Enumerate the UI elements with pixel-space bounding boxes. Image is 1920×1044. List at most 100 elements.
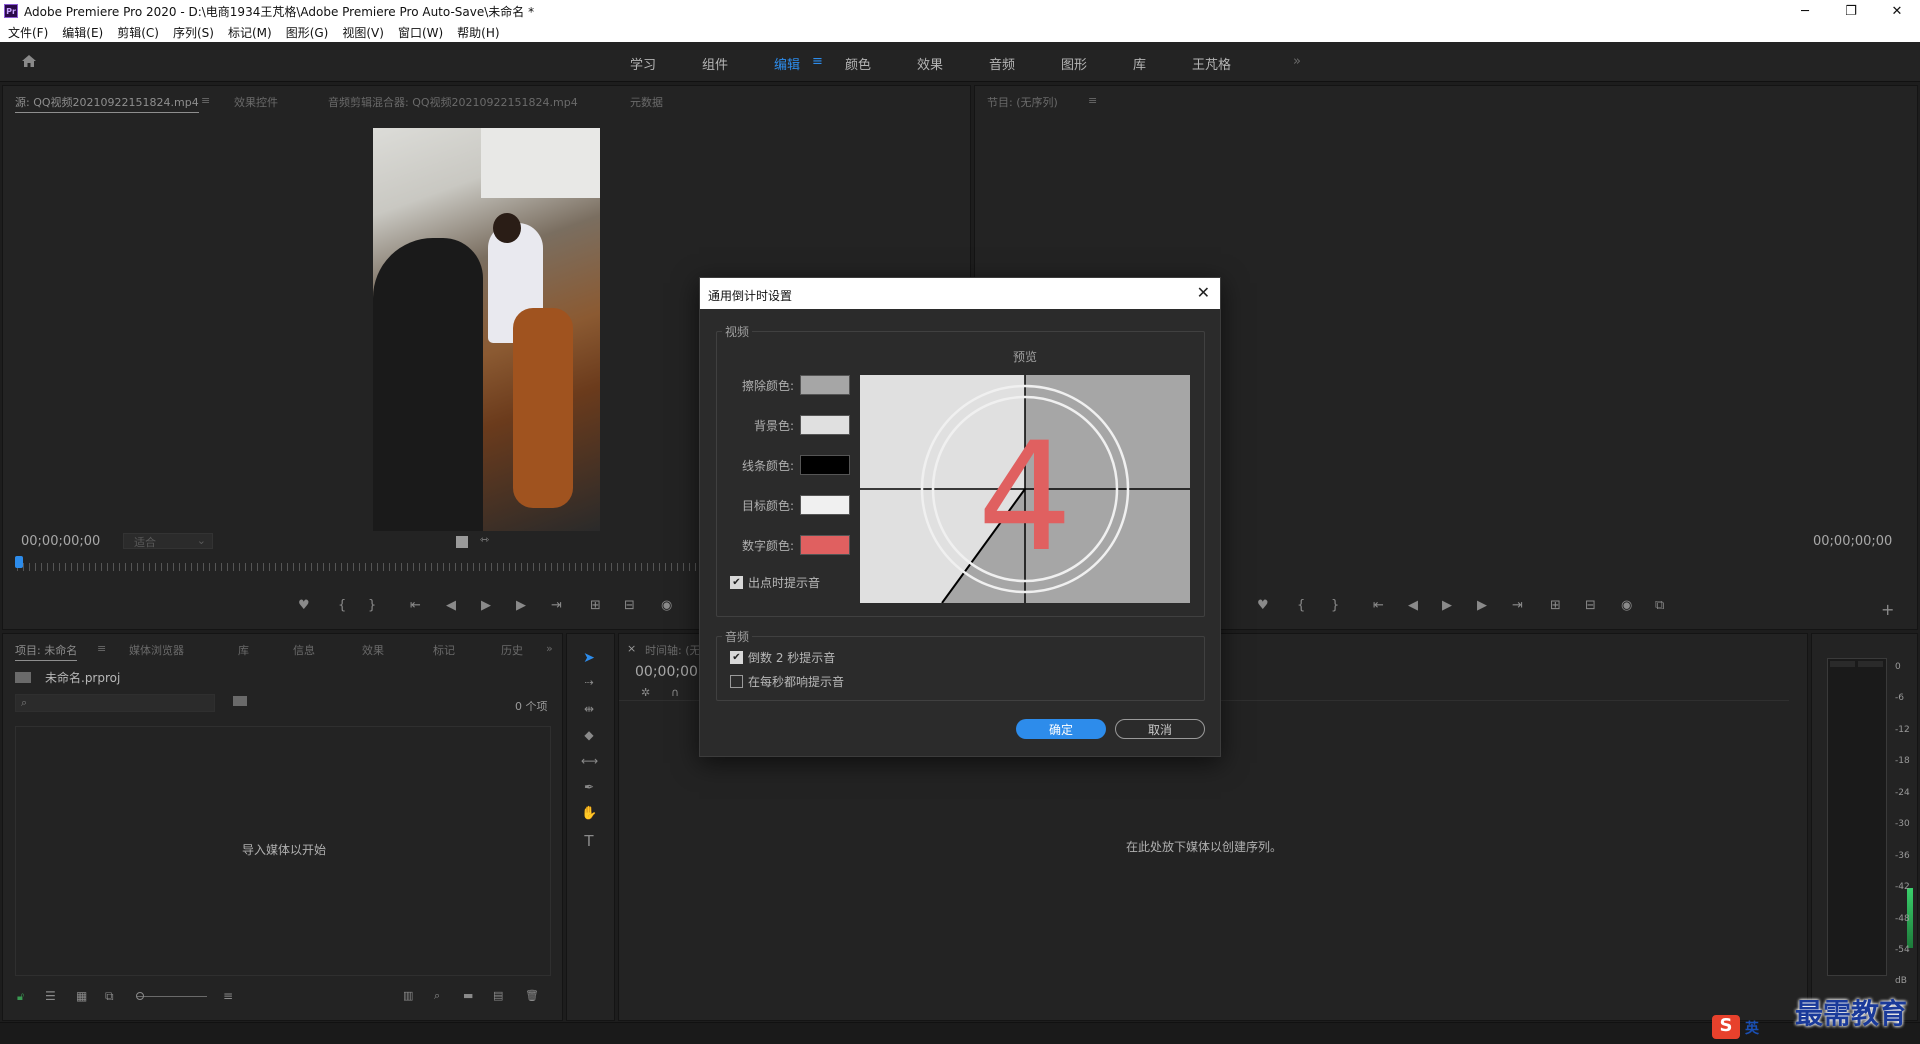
go-to-in-icon[interactable]: ⇤ (410, 598, 421, 613)
lift-icon[interactable]: ⊞ (1550, 598, 1561, 613)
menu-file[interactable]: 文件(F) (8, 24, 48, 41)
source-timecode[interactable]: 00;00;00;00 (21, 534, 100, 549)
add-marker-icon[interactable]: ♥ (298, 598, 310, 613)
tab-info[interactable]: 信息 (293, 642, 315, 658)
overwrite-icon[interactable]: ⊟ (624, 598, 635, 613)
extract-icon[interactable]: ⊟ (1585, 598, 1596, 613)
tab-history[interactable]: 历史 (501, 642, 523, 658)
insert-icon[interactable]: ⊞ (590, 598, 601, 613)
ime-language[interactable]: 英 (1745, 1018, 1759, 1038)
program-step-back-icon[interactable]: ◀ (1408, 598, 1418, 613)
project-drop-area[interactable]: 导入媒体以开始 (15, 726, 551, 976)
dialog-close-icon[interactable]: ✕ (1197, 283, 1210, 302)
tab-markers[interactable]: 标记 (433, 642, 455, 658)
new-bin-icon[interactable]: ▬ (463, 989, 473, 1002)
timeline-timecode[interactable]: 00;00;00 (635, 664, 698, 680)
pen-tool-icon[interactable]: ✒ (581, 780, 597, 796)
ripple-edit-tool-icon[interactable]: ⇹ (581, 702, 597, 718)
freeform-view-icon[interactable]: ⧉ (105, 989, 114, 1004)
selection-tool-icon[interactable]: ➤ (581, 650, 597, 666)
menu-edit[interactable]: 编辑(E) (62, 24, 103, 41)
button-editor-icon[interactable]: + (1881, 600, 1894, 619)
workspace-tab-editing[interactable]: 编辑 (774, 54, 800, 73)
comparison-view-icon[interactable]: ⧉ (1655, 598, 1664, 613)
program-step-forward-icon[interactable]: ▶ (1477, 598, 1487, 613)
workspace-tab-libraries[interactable]: 库 (1133, 54, 1146, 73)
cue-2-sec-checkbox[interactable]: ✔ 倒数 2 秒提示音 (730, 649, 835, 666)
tab-source[interactable]: 源: QQ视频20210922151824.mp4 (15, 94, 199, 113)
numeral-color-swatch[interactable] (800, 535, 850, 555)
wipe-color-swatch[interactable] (800, 375, 850, 395)
sort-icons-icon[interactable]: ≡ (223, 989, 233, 1003)
workspace-tab-graphics[interactable]: 图形 (1061, 54, 1087, 73)
home-icon[interactable] (20, 52, 38, 70)
background-color-swatch[interactable] (800, 415, 850, 435)
menu-clip[interactable]: 剪辑(C) (117, 24, 159, 41)
program-timecode[interactable]: 00;00;00;00 (1813, 534, 1892, 549)
razor-tool-icon[interactable]: ◆ (581, 728, 597, 744)
tab-libraries[interactable]: 库 (238, 642, 249, 658)
mark-out-icon[interactable]: } (368, 598, 376, 613)
source-time-ruler[interactable] (17, 563, 697, 571)
type-tool-icon[interactable]: T (581, 832, 597, 850)
program-go-to-out-icon[interactable]: ⇥ (1512, 598, 1523, 613)
source-panel-menu-icon[interactable]: ≡ (201, 94, 210, 107)
cancel-button[interactable]: 取消 (1115, 719, 1205, 739)
workspace-overflow-icon[interactable]: » (1293, 54, 1301, 69)
tab-audio-clip-mixer[interactable]: 音频剪辑混合器: QQ视频20210922151824.mp4 (328, 94, 578, 110)
program-go-to-in-icon[interactable]: ⇤ (1373, 598, 1384, 613)
icon-view-icon[interactable]: ▦ (76, 989, 87, 1003)
tab-effects[interactable]: 效果 (362, 642, 384, 658)
write-lock-icon[interactable]: 🔓︎ (17, 990, 24, 1004)
menu-markers[interactable]: 标记(M) (228, 24, 272, 41)
program-play-icon[interactable]: ▶ (1442, 598, 1452, 613)
menu-window[interactable]: 窗口(W) (398, 24, 443, 41)
close-window-button[interactable]: ✕ (1874, 0, 1920, 22)
minimize-button[interactable]: ─ (1782, 0, 1828, 22)
snap-icon[interactable]: ✲ (641, 686, 650, 699)
menu-help[interactable]: 帮助(H) (457, 24, 499, 41)
zoom-slider-handle[interactable] (136, 992, 144, 1000)
sogou-ime-icon[interactable]: S (1712, 1015, 1740, 1039)
clear-icon[interactable]: 🗑︎ (525, 989, 539, 1002)
tab-metadata[interactable]: 元数据 (630, 94, 663, 110)
program-panel-menu-icon[interactable]: ≡ (1088, 94, 1097, 107)
play-icon[interactable]: ▶ (481, 598, 491, 613)
target-color-swatch[interactable] (800, 495, 850, 515)
drag-audio-icon[interactable]: ⇿ (480, 533, 489, 546)
step-back-icon[interactable]: ◀ (446, 598, 456, 613)
step-forward-icon[interactable]: ▶ (516, 598, 526, 613)
linked-selection-icon[interactable]: ∩ (671, 686, 679, 699)
tab-media-browser[interactable]: 媒体浏览器 (129, 642, 184, 658)
cue-every-sec-checkbox[interactable]: 在每秒都响提示音 (730, 673, 844, 690)
ok-button[interactable]: 确定 (1016, 719, 1106, 739)
project-tabs-overflow-icon[interactable]: » (546, 642, 553, 655)
zoom-slider[interactable] (137, 996, 207, 997)
project-search-input[interactable]: ⌕ (15, 694, 215, 712)
menu-graphics[interactable]: 图形(G) (286, 24, 329, 41)
cue-at-out-checkbox[interactable]: ✔ 出点时提示音 (730, 574, 820, 591)
find-icon[interactable]: ⌕ (434, 989, 440, 1003)
workspace-tab-assembly[interactable]: 组件 (702, 54, 728, 73)
tab-project[interactable]: 项目: 未命名 (15, 642, 78, 661)
program-mark-in-icon[interactable]: { (1297, 598, 1305, 613)
new-bin-from-search-icon[interactable] (233, 696, 247, 706)
workspace-tab-learn[interactable]: 学习 (630, 54, 656, 73)
timeline-close-icon[interactable]: × (627, 642, 636, 655)
program-add-marker-icon[interactable]: ♥ (1257, 598, 1269, 613)
go-to-out-icon[interactable]: ⇥ (551, 598, 562, 613)
new-item-icon[interactable]: ▤ (493, 989, 503, 1002)
workspace-tab-effects[interactable]: 效果 (917, 54, 943, 73)
playhead[interactable] (15, 556, 23, 568)
mark-in-icon[interactable]: { (338, 598, 346, 613)
automate-to-sequence-icon[interactable]: ▥ (403, 989, 413, 1002)
tab-effect-controls[interactable]: 效果控件 (234, 94, 278, 110)
program-export-frame-icon[interactable]: ◉ (1621, 598, 1632, 613)
workspace-tab-color[interactable]: 颜色 (845, 54, 871, 73)
workspace-tab-custom[interactable]: 王芃格 (1192, 54, 1231, 73)
export-frame-icon[interactable]: ◉ (661, 598, 672, 613)
workspace-tab-audio[interactable]: 音频 (989, 54, 1015, 73)
menu-sequence[interactable]: 序列(S) (173, 24, 214, 41)
program-mark-out-icon[interactable]: } (1331, 598, 1339, 613)
fit-select[interactable]: 适合 ⌄ (123, 533, 213, 549)
